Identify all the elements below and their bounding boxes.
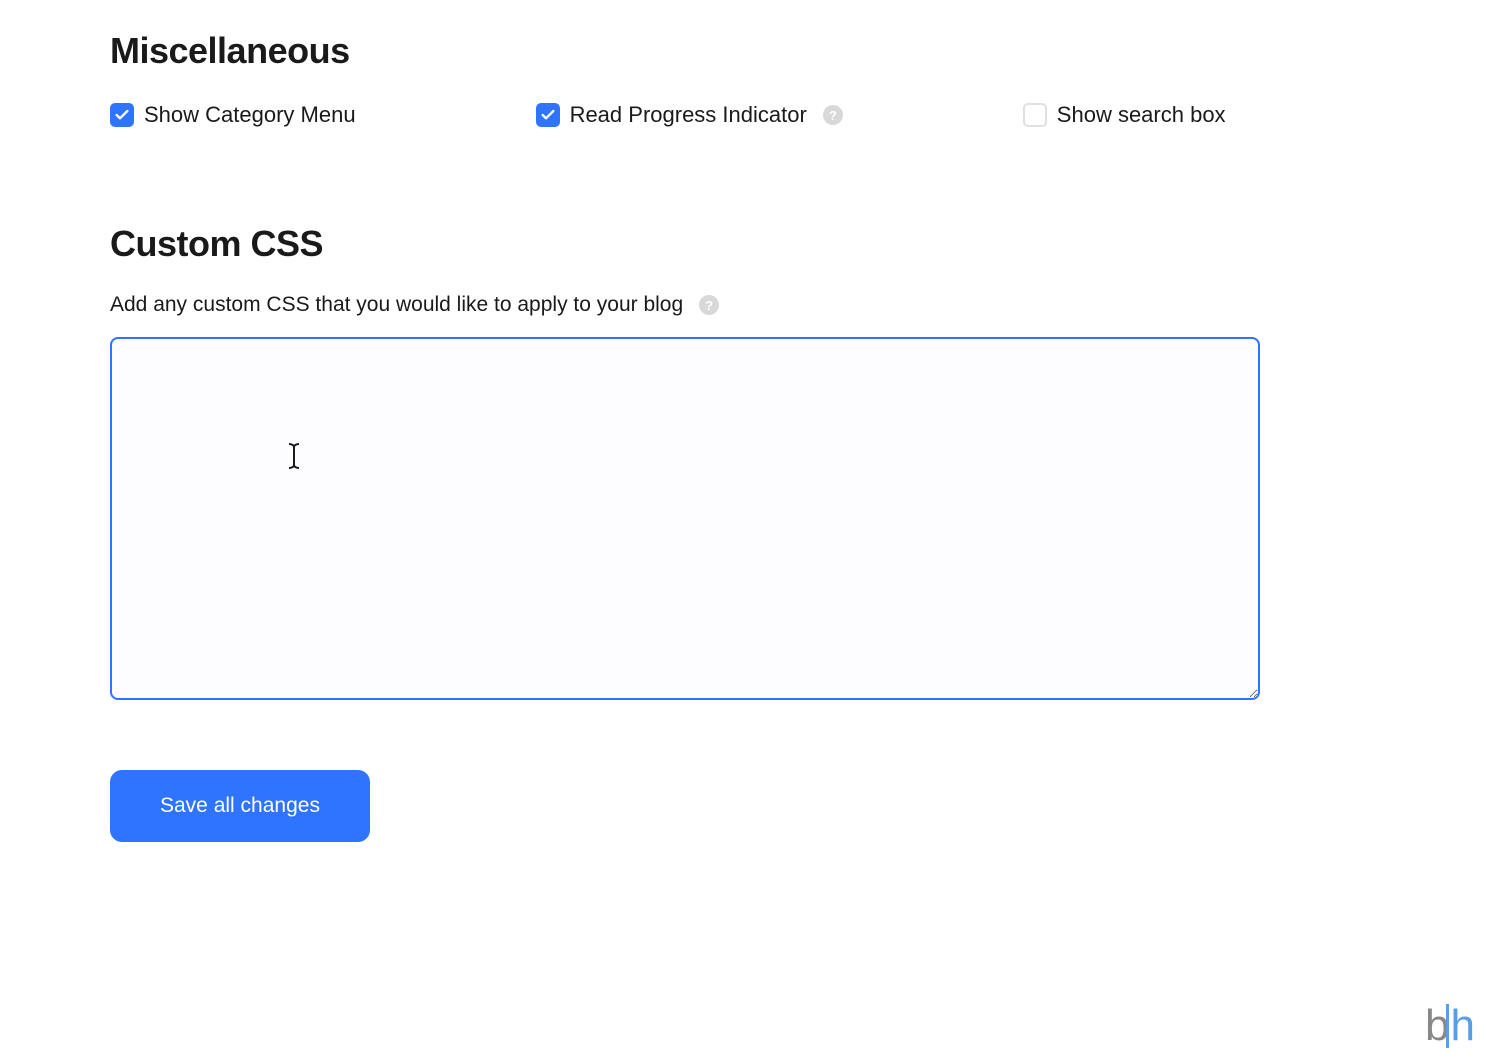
bh-logo: b h	[1425, 1004, 1475, 1048]
custom-css-description-row: Add any custom CSS that you would like t…	[110, 293, 1383, 317]
save-all-changes-button[interactable]: Save all changes	[110, 770, 370, 842]
custom-css-textarea[interactable]	[110, 337, 1260, 700]
read-progress-indicator-label: Read Progress Indicator	[570, 102, 807, 128]
show-category-menu-label: Show Category Menu	[144, 102, 356, 128]
checkmark-icon	[114, 107, 130, 123]
help-icon[interactable]: ?	[823, 105, 843, 125]
show-search-box-label: Show search box	[1057, 102, 1226, 128]
show-category-menu-checkbox[interactable]	[110, 103, 134, 127]
custom-css-heading: Custom CSS	[110, 223, 1383, 265]
read-progress-indicator-group: Read Progress Indicator ?	[536, 102, 843, 128]
miscellaneous-heading: Miscellaneous	[110, 30, 1383, 72]
logo-h: h	[1446, 1004, 1475, 1048]
help-icon[interactable]: ?	[699, 295, 719, 315]
custom-css-description: Add any custom CSS that you would like t…	[110, 293, 683, 317]
read-progress-indicator-checkbox[interactable]	[536, 103, 560, 127]
show-search-box-group: Show search box	[1023, 102, 1226, 128]
show-category-menu-group: Show Category Menu	[110, 102, 356, 128]
show-search-box-checkbox[interactable]	[1023, 103, 1047, 127]
checkmark-icon	[540, 107, 556, 123]
miscellaneous-options-row: Show Category Menu Read Progress Indicat…	[110, 102, 1383, 128]
